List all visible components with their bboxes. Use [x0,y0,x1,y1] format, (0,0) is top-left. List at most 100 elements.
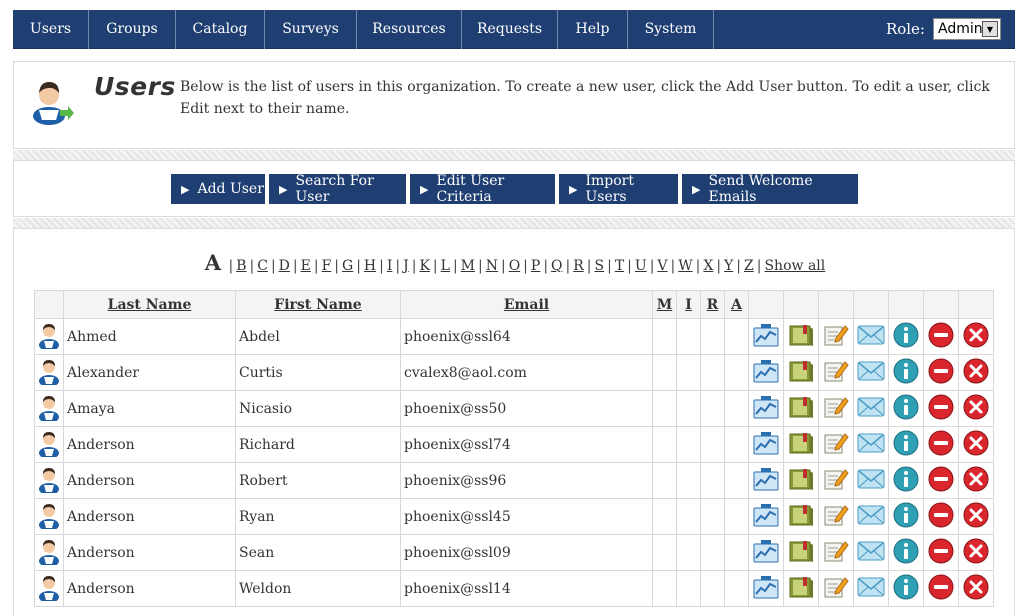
last-name-header[interactable]: Last Name [63,290,236,319]
deactivate-icon[interactable] [928,502,954,532]
show-all-link[interactable]: Show all [764,258,825,274]
send-welcome-button[interactable]: ▶ Send Welcome Emails [682,173,858,205]
letter-link-d[interactable]: D [279,258,290,274]
letter-link-x[interactable]: X [703,258,713,274]
chart-icon[interactable] [753,395,779,423]
deactivate-icon[interactable] [928,466,954,496]
book-icon[interactable] [788,359,814,387]
delete-icon[interactable] [963,394,989,424]
letter-link-p[interactable]: P [531,258,540,274]
delete-icon[interactable] [963,322,989,352]
book-icon[interactable] [788,539,814,567]
nav-groups[interactable]: Groups [89,9,176,49]
import-users-button[interactable]: ▶ Import Users [559,173,678,205]
book-icon[interactable] [788,431,814,459]
book-icon[interactable] [788,467,814,495]
email-icon[interactable] [857,324,885,350]
search-user-button[interactable]: ▶ Search For User [269,173,406,205]
edit-icon[interactable] [823,575,849,603]
email-icon[interactable] [857,576,885,602]
edit-icon[interactable] [823,323,849,351]
letter-link-u[interactable]: U [635,258,647,274]
letter-link-b[interactable]: B [236,258,246,274]
letter-link-n[interactable]: N [486,258,498,274]
edit-icon[interactable] [823,539,849,567]
chart-icon[interactable] [753,539,779,567]
chart-icon[interactable] [753,575,779,603]
deactivate-icon[interactable] [928,394,954,424]
add-user-button[interactable]: ▶ Add User [171,174,265,204]
edit-criteria-button[interactable]: ▶ Edit User Criteria [410,173,555,205]
delete-icon[interactable] [963,466,989,496]
letter-link-q[interactable]: Q [551,258,562,274]
letter-link-r[interactable]: R [573,258,584,274]
info-icon[interactable] [893,538,919,568]
letter-link-z[interactable]: Z [744,258,754,274]
r-header[interactable]: R [700,290,725,319]
letter-link-i[interactable]: I [387,258,393,274]
deactivate-icon[interactable] [928,322,954,352]
letter-link-h[interactable]: H [364,258,376,274]
first-name-header[interactable]: First Name [235,290,401,319]
chart-icon[interactable] [753,503,779,531]
chart-icon[interactable] [753,323,779,351]
letter-link-k[interactable]: K [419,258,429,274]
letter-link-w[interactable]: W [678,258,692,274]
book-icon[interactable] [788,503,814,531]
chart-icon[interactable] [753,359,779,387]
letter-link-s[interactable]: S [595,258,605,274]
letter-link-c[interactable]: C [257,258,268,274]
edit-icon[interactable] [823,395,849,423]
chart-icon[interactable] [753,467,779,495]
info-icon[interactable] [893,358,919,388]
chevron-down-icon[interactable]: ▼ [982,21,998,37]
email-icon[interactable] [857,360,885,386]
letter-link-e[interactable]: E [301,258,311,274]
letter-link-j[interactable]: J [403,258,409,274]
letter-link-f[interactable]: F [322,258,332,274]
i-header[interactable]: I [676,290,701,319]
deactivate-icon[interactable] [928,430,954,460]
book-icon[interactable] [788,575,814,603]
nav-catalog[interactable]: Catalog [176,9,265,49]
edit-icon[interactable] [823,431,849,459]
chart-icon[interactable] [753,431,779,459]
letter-link-o[interactable]: O [509,258,520,274]
nav-users[interactable]: Users [13,9,89,49]
email-icon[interactable] [857,504,885,530]
edit-icon[interactable] [823,503,849,531]
info-icon[interactable] [893,502,919,532]
a-header[interactable]: A [724,290,749,319]
deactivate-icon[interactable] [928,538,954,568]
delete-icon[interactable] [963,538,989,568]
letter-link-g[interactable]: G [342,258,353,274]
letter-link-t[interactable]: T [615,258,624,274]
info-icon[interactable] [893,430,919,460]
m-header[interactable]: M [652,290,677,319]
deactivate-icon[interactable] [928,358,954,388]
info-icon[interactable] [893,322,919,352]
edit-icon[interactable] [823,359,849,387]
deactivate-icon[interactable] [928,574,954,604]
info-icon[interactable] [893,394,919,424]
email-icon[interactable] [857,396,885,422]
book-icon[interactable] [788,323,814,351]
email-icon[interactable] [857,540,885,566]
nav-surveys[interactable]: Surveys [265,9,357,49]
book-icon[interactable] [788,395,814,423]
email-header[interactable]: Email [400,290,653,319]
email-icon[interactable] [857,468,885,494]
delete-icon[interactable] [963,358,989,388]
role-dropdown[interactable]: Admin ▼ [933,18,1001,40]
delete-icon[interactable] [963,430,989,460]
letter-link-m[interactable]: M [461,258,475,274]
email-icon[interactable] [857,432,885,458]
letter-link-l[interactable]: L [441,258,450,274]
nav-resources[interactable]: Resources [357,9,462,49]
letter-link-y[interactable]: Y [724,258,733,274]
nav-system[interactable]: System [628,9,714,49]
letter-link-v[interactable]: V [657,258,667,274]
nav-requests[interactable]: Requests [462,9,558,49]
nav-help[interactable]: Help [558,9,628,49]
delete-icon[interactable] [963,502,989,532]
